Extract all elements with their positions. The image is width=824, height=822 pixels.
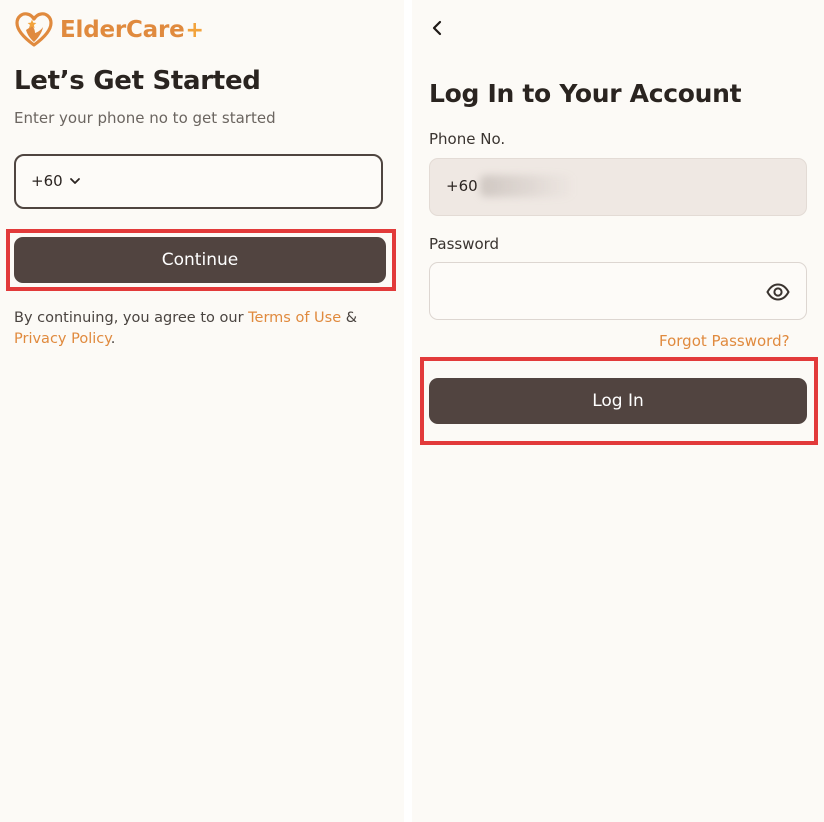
heart-hands-logo-icon xyxy=(15,12,53,47)
privacy-policy-link[interactable]: Privacy Policy xyxy=(14,331,111,347)
eye-icon[interactable] xyxy=(766,282,790,302)
brand-plus: + xyxy=(185,18,204,43)
login-highlight-box xyxy=(420,357,818,445)
back-button[interactable] xyxy=(428,17,448,39)
page-subtitle: Enter your phone no to get started xyxy=(14,109,276,127)
legal-suffix: . xyxy=(110,331,116,347)
forgot-password-link[interactable]: Forgot Password? xyxy=(659,332,790,350)
continue-highlight-box xyxy=(6,229,396,291)
phone-value: +60 xyxy=(446,177,478,195)
get-started-screen: ElderCare+ Let’s Get Started Enter your … xyxy=(0,0,404,822)
brand-header: ElderCare+ xyxy=(14,10,204,50)
page-title: Let’s Get Started xyxy=(14,66,261,96)
chevron-down-icon xyxy=(69,178,80,184)
password-label: Password xyxy=(429,235,500,253)
brand-name-text: ElderCare xyxy=(60,17,185,43)
phone-label: Phone No. xyxy=(429,130,506,148)
phone-number-redacted xyxy=(480,175,575,197)
country-code-value: +60 xyxy=(31,172,63,190)
phone-input[interactable]: +60 xyxy=(14,154,383,209)
brand-name: ElderCare+ xyxy=(60,17,204,43)
login-title: Log In to Your Account xyxy=(429,79,742,108)
password-field[interactable] xyxy=(429,262,807,320)
terms-of-use-link[interactable]: Terms of Use xyxy=(248,310,341,326)
phone-field[interactable]: +60 xyxy=(429,158,807,216)
legal-joiner: & xyxy=(341,310,358,326)
country-code-select[interactable]: +60 xyxy=(31,172,81,190)
legal-prefix: By continuing, you agree to our xyxy=(14,310,249,326)
legal-text: By continuing, you agree to our Terms of… xyxy=(14,308,374,350)
screens: ElderCare+ Let’s Get Started Enter your … xyxy=(0,0,824,822)
